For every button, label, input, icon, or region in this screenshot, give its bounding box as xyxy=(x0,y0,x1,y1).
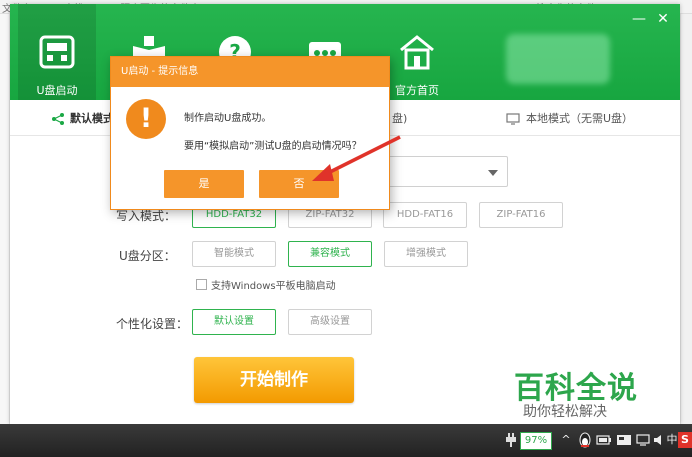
partition-label: U盘分区： xyxy=(119,249,176,263)
monitor-icon xyxy=(506,113,520,125)
personalize-advanced[interactable]: 高级设置 xyxy=(288,309,372,335)
tab-default-mode[interactable]: 默认模式 xyxy=(52,110,114,126)
device-select[interactable] xyxy=(380,156,508,187)
start-making-button[interactable]: 开始制作 xyxy=(194,357,354,403)
windows-tablet-checkbox[interactable] xyxy=(196,279,207,290)
partition-smart-mode[interactable]: 智能模式 xyxy=(192,241,276,267)
warning-icon: ! xyxy=(126,99,166,139)
tab-iso-mode-label: 盘) xyxy=(392,112,408,125)
nav-label: U盘启动 xyxy=(36,84,78,97)
tab-local-mode-label: 本地模式（无需U盘） xyxy=(526,112,634,125)
volume-icon[interactable] xyxy=(653,434,665,446)
tab-local-mode[interactable]: 本地模式（无需U盘） xyxy=(506,110,633,126)
baike-watermark: 百科全说 助你轻松解决 xyxy=(494,349,666,428)
write-mode-zip-fat16[interactable]: ZIP-FAT16 xyxy=(479,202,563,228)
tab-default-mode-label: 默认模式 xyxy=(70,112,114,125)
power-plug-icon[interactable] xyxy=(506,433,516,447)
personalize-label: 个性化设置： xyxy=(116,317,189,331)
dialog-message-question: 要用“模拟启动”测试U盘的启动情况吗？ xyxy=(184,141,362,152)
home-icon xyxy=(400,35,434,70)
tab-iso-mode[interactable]: 盘) xyxy=(392,110,407,126)
tray-up-arrow-icon[interactable]: ^ xyxy=(560,432,572,448)
display-icon[interactable] xyxy=(636,434,650,446)
windows-tablet-checkbox-label: 支持Windows平板电脑启动 xyxy=(211,281,336,292)
battery-percent[interactable]: 97% xyxy=(520,432,552,450)
prompt-dialog: U启动 - 提示信息 ! 制作启动U盘成功。 要用“模拟启动”测试U盘的启动情况… xyxy=(110,56,390,210)
background-right-pane xyxy=(680,14,692,424)
dialog-no-button[interactable]: 否 xyxy=(259,170,339,198)
close-button[interactable]: ✕ xyxy=(656,12,670,26)
personalize-default[interactable]: 默认设置 xyxy=(192,309,276,335)
penguin-icon[interactable] xyxy=(578,432,592,448)
blurred-logo xyxy=(506,34,610,84)
nav-u-disk-boot[interactable]: U盘启动 xyxy=(18,4,96,100)
partition-compatible-mode[interactable]: 兼容模式 xyxy=(288,241,372,267)
minimize-button[interactable]: — xyxy=(632,12,646,26)
dialog-message-success: 制作启动U盘成功。 xyxy=(184,113,272,124)
share-icon xyxy=(52,113,64,125)
dialog-title: U启动 - 提示信息 xyxy=(111,57,389,87)
write-mode-hdd-fat16[interactable]: HDD-FAT16 xyxy=(383,202,467,228)
watermark-subtitle: 助你轻松解决 xyxy=(523,404,607,420)
ime-indicator[interactable]: 中 xyxy=(666,432,678,448)
background-left-pane xyxy=(0,14,10,424)
taskbar: 97% ^ 中 S xyxy=(0,424,692,457)
battery-icon[interactable] xyxy=(596,434,612,446)
dialog-yes-button[interactable]: 是 xyxy=(164,170,244,198)
card-icon[interactable] xyxy=(616,434,632,446)
partition-enhanced-mode[interactable]: 增强模式 xyxy=(384,241,468,267)
usb-drive-icon xyxy=(39,35,75,69)
chevron-down-icon xyxy=(488,170,498,176)
s-app-icon[interactable]: S xyxy=(678,432,692,448)
